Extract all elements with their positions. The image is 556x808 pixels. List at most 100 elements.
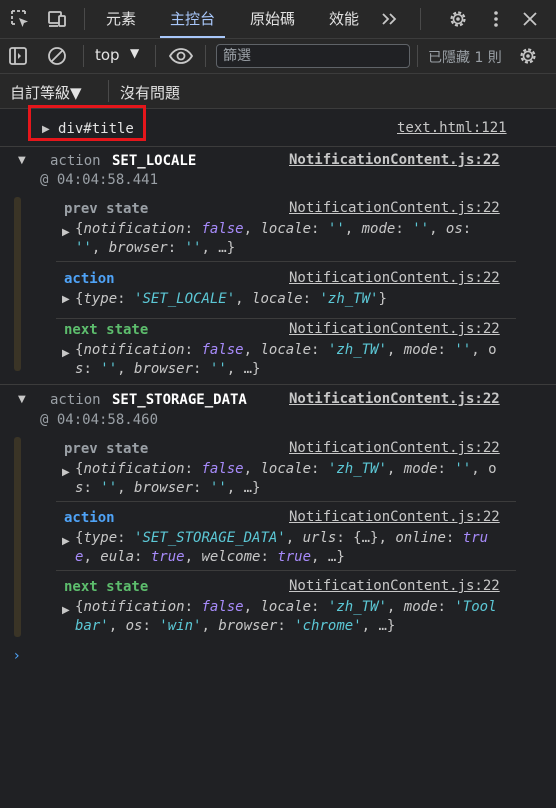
tab-sources[interactable]: 原始碼 (250, 0, 295, 38)
console-prompt-icon[interactable]: › (14, 648, 20, 664)
object-preview-line[interactable]: {type: 'SET_STORAGE_DATA', urls: {…}, on… (75, 530, 488, 546)
log-levels-dropdown[interactable]: 自訂等級▼ (10, 82, 82, 103)
object-preview-token: : (184, 461, 202, 477)
toolbar-divider (83, 45, 84, 67)
log-entry-label: action (64, 510, 115, 526)
live-expression-eye-icon[interactable] (167, 44, 195, 68)
object-preview-token: : (184, 221, 202, 237)
console-settings-gear-icon[interactable] (516, 44, 540, 68)
object-preview-token: , (243, 221, 261, 237)
filter-input[interactable]: 篩選 (216, 44, 410, 68)
object-preview-token: notification (83, 342, 185, 358)
expand-triangle-icon[interactable]: ▶ (62, 294, 70, 305)
inspect-element-icon[interactable] (8, 7, 32, 31)
expand-triangle-icon[interactable]: ▶ (62, 467, 70, 478)
object-preview-token: true (150, 549, 185, 565)
object-preview-token: 'zh_TW' (327, 461, 387, 477)
devtools-tab-bar: 元素 主控台 原始碼 效能 (0, 0, 556, 39)
object-preview-token: 'win' (159, 618, 202, 634)
context-selector[interactable]: top (95, 46, 120, 64)
object-preview-token: browser (218, 618, 278, 634)
object-preview-line[interactable]: {notification: false, locale: 'zh_TW', m… (75, 461, 497, 477)
expand-triangle-icon[interactable]: ▶ (62, 348, 70, 359)
log-entry-source-link[interactable]: NotificationContent.js:22 (289, 509, 500, 525)
group-action-name[interactable]: SET_LOCALE (112, 153, 196, 169)
object-preview-token: , (243, 342, 261, 358)
chevron-down-icon[interactable]: ▼ (130, 46, 139, 60)
expand-triangle-icon[interactable]: ▶ (62, 227, 70, 238)
object-preview-token: , (243, 461, 261, 477)
object-preview-token: '' (100, 480, 118, 496)
object-preview-token: false (201, 599, 244, 615)
close-icon[interactable] (518, 7, 542, 31)
group-timestamp: @ 04:04:58.441 (40, 172, 159, 188)
object-preview-line[interactable]: s: '', browser: '', …} (75, 361, 260, 377)
object-preview-token: false (201, 221, 244, 237)
kebab-menu-icon[interactable] (484, 7, 508, 31)
object-preview-token: , …} (226, 361, 261, 377)
log-entry-label: next state (64, 322, 149, 338)
collapse-triangle-icon[interactable]: ▼ (18, 155, 26, 166)
object-preview-token: : (260, 549, 278, 565)
object-preview-token: mode (403, 342, 438, 358)
object-preview-token: tru (462, 530, 489, 546)
object-preview-token: '' (327, 221, 345, 237)
tab-divider (420, 8, 421, 30)
tab-elements[interactable]: 元素 (106, 0, 136, 38)
row-divider (56, 501, 516, 502)
object-preview-token: , (344, 221, 362, 237)
object-preview-token: 'SET_LOCALE' (134, 291, 236, 307)
clear-console-icon[interactable] (45, 44, 69, 68)
log-entry-source-link[interactable]: NotificationContent.js:22 (289, 200, 500, 216)
group-action-name[interactable]: SET_STORAGE_DATA (112, 392, 247, 408)
log-entry-source-link[interactable]: NotificationContent.js:22 (289, 578, 500, 594)
object-preview-token: : (311, 221, 328, 237)
show-sidebar-icon[interactable] (6, 44, 30, 68)
group-source-link[interactable]: NotificationContent.js:22 (289, 152, 500, 168)
row-divider (56, 318, 516, 319)
object-preview-token: mode (403, 599, 438, 615)
object-preview-token: notification (83, 461, 185, 477)
object-preview-token: browser (134, 480, 194, 496)
log-entry-source-link[interactable]: NotificationContent.js:22 (289, 270, 500, 286)
object-preview-token: , (386, 461, 404, 477)
object-preview-line[interactable]: e, eula: true, welcome: true, …} (75, 549, 345, 565)
object-preview-token: locale (260, 342, 312, 358)
expand-triangle-icon[interactable]: ▶ (62, 536, 70, 547)
group-source-link[interactable]: NotificationContent.js:22 (289, 391, 500, 407)
object-preview-line[interactable]: bar', os: 'win', browser: 'chrome', …} (75, 618, 395, 634)
expand-triangle-icon[interactable]: ▶ (42, 124, 50, 135)
object-preview-line[interactable]: '', browser: '', …} (75, 240, 235, 256)
object-preview-token: : (462, 221, 472, 237)
object-preview-token: : (83, 480, 101, 496)
object-preview-token: mode (403, 461, 438, 477)
settings-gear-icon[interactable] (446, 7, 470, 31)
object-preview-token: os (445, 221, 463, 237)
object-preview-token: type (83, 530, 118, 546)
element-log-text[interactable]: div#title (58, 121, 134, 137)
object-preview-line[interactable]: {notification: false, locale: 'zh_TW', m… (75, 342, 497, 358)
object-preview-token: , …} (226, 480, 261, 496)
toolbar-divider (417, 45, 418, 67)
tab-console[interactable]: 主控台 (159, 0, 226, 38)
issues-button[interactable]: 沒有問題 (120, 82, 180, 103)
more-tabs-icon[interactable] (378, 7, 402, 31)
group-indent-bar (14, 437, 21, 637)
console-toolbar: top ▼ 篩選 已隱藏 1 則 (0, 39, 556, 74)
object-preview-line[interactable]: {notification: false, locale: '', mode: … (75, 221, 471, 237)
element-log-source-link[interactable]: text.html:121 (397, 120, 507, 136)
object-preview-token: 'zh_TW' (327, 342, 387, 358)
object-preview-token: true (277, 549, 312, 565)
device-toolbar-icon[interactable] (45, 7, 69, 31)
object-preview-token: , …} (311, 549, 345, 565)
log-entry-source-link[interactable]: NotificationContent.js:22 (289, 321, 500, 337)
object-preview-token: : (193, 480, 210, 496)
collapse-triangle-icon[interactable]: ▼ (18, 394, 26, 405)
object-preview-line[interactable]: s: '', browser: '', …} (75, 480, 260, 496)
log-entry-label: next state (64, 579, 149, 595)
tab-performance[interactable]: 效能 (329, 0, 359, 38)
object-preview-line[interactable]: {type: 'SET_LOCALE', locale: 'zh_TW'} (75, 291, 387, 307)
object-preview-line[interactable]: {notification: false, locale: 'zh_TW', m… (75, 599, 497, 615)
expand-triangle-icon[interactable]: ▶ (62, 605, 70, 616)
log-entry-source-link[interactable]: NotificationContent.js:22 (289, 440, 500, 456)
